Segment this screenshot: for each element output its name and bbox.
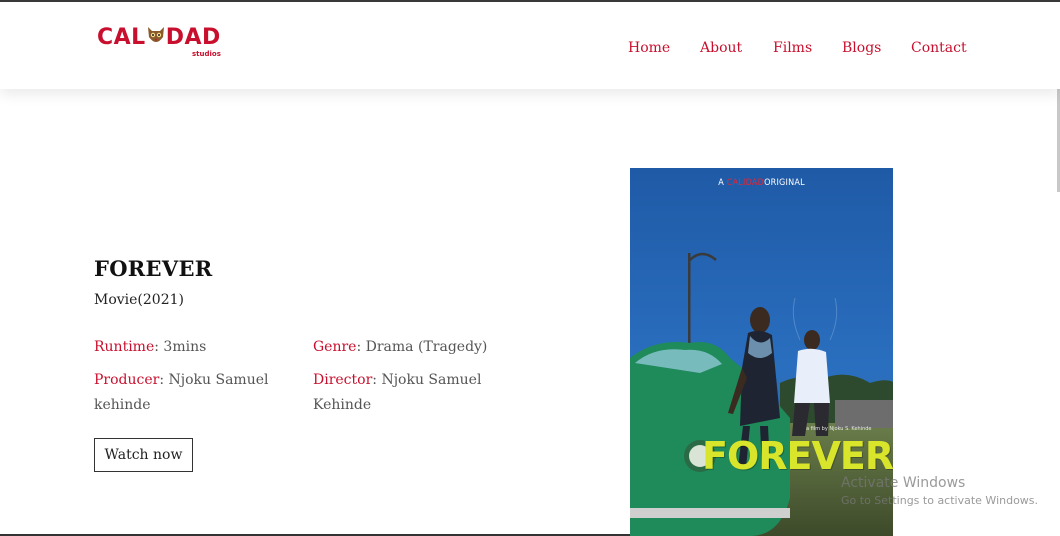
director-value-line1: Njoku Samuel (381, 372, 482, 388)
logo-text-left: CAL (97, 25, 146, 50)
poster-credit: a film by Njoku S. Kehinde (806, 426, 872, 432)
film-title: FOREVER (94, 256, 213, 281)
genre-value: Drama (Tragedy) (365, 339, 488, 355)
nav-contact[interactable]: Contact (911, 38, 967, 58)
nav-about[interactable]: About (700, 38, 742, 58)
director-value-line2: Kehinde (313, 397, 372, 413)
logo-subtext: studios (192, 50, 221, 58)
watch-now-button[interactable]: Watch now (94, 438, 193, 472)
nav-blogs[interactable]: Blogs (842, 38, 881, 58)
producer-label: Producer (94, 372, 160, 388)
genre-label: Genre (313, 339, 357, 355)
watermark-line2: Go to Settings to activate Windows. (841, 494, 1039, 507)
producer-value-line2: kehinde (94, 397, 151, 413)
poster-title: FOREVER (702, 434, 893, 478)
logo-wordmark: CAL DAD (97, 24, 221, 52)
nav-films[interactable]: Films (773, 38, 812, 58)
producer-detail: Producer: Njoku Samuel kehinde (94, 368, 268, 418)
windows-activation-watermark: Activate Windows Go to Settings to activ… (841, 474, 1038, 509)
calidad-logo[interactable]: CAL DAD studios (97, 24, 227, 64)
runtime-label: Runtime (94, 339, 155, 355)
logo-text-right: DAD (165, 25, 221, 50)
nav-home[interactable]: Home (628, 38, 670, 58)
poster-tagline: A CALIDADORIGINAL (718, 178, 805, 188)
director-detail: Director: Njoku Samuel Kehinde (313, 368, 481, 418)
site-header: CAL DAD studios Home About Films Blogs C… (0, 2, 1060, 89)
film-type-year: Movie(2021) (94, 292, 184, 308)
runtime-value: 3mins (163, 339, 207, 355)
director-label: Director (313, 372, 373, 388)
runtime-detail: Runtime: 3mins (94, 339, 207, 355)
watermark-line1: Activate Windows (841, 475, 966, 491)
owl-mark-icon (147, 27, 164, 42)
producer-value-line1: Njoku Samuel (168, 372, 269, 388)
genre-detail: Genre: Drama (Tragedy) (313, 339, 488, 355)
